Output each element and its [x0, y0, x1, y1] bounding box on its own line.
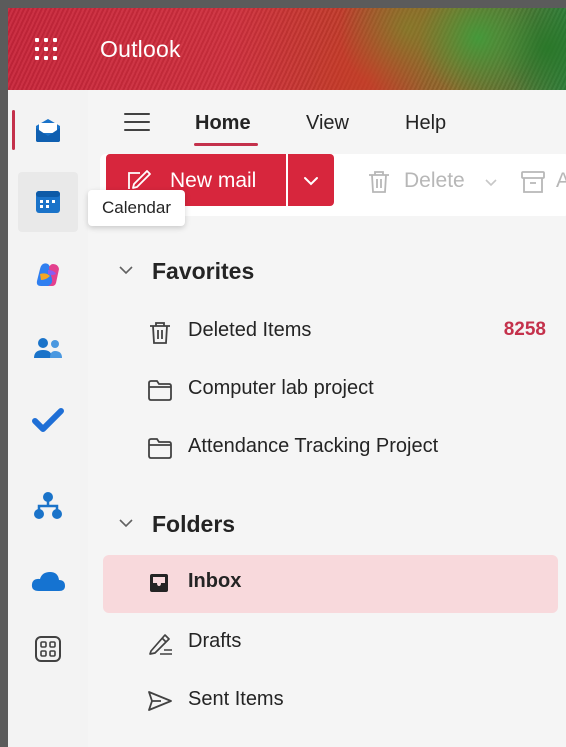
outlook-window: Outlook Home View Help New mail Delete A…	[8, 8, 566, 747]
tab-help[interactable]: Help	[405, 112, 446, 135]
rail-calendar[interactable]	[18, 172, 78, 232]
rail-onedrive[interactable]	[18, 551, 78, 611]
main-pane: Home View Help New mail Delete A Calenda…	[88, 90, 566, 747]
folder-name: Sent Items	[188, 688, 284, 710]
app-rail	[8, 90, 88, 747]
rail-copilot[interactable]	[18, 245, 78, 305]
trash-icon	[369, 171, 389, 193]
cloud-icon	[31, 572, 65, 591]
org-chart-icon	[34, 492, 62, 519]
tab-home[interactable]: Home	[195, 112, 251, 135]
new-mail-dropdown-button[interactable]	[288, 154, 334, 206]
copilot-icon	[36, 263, 59, 286]
calendar-icon	[36, 191, 60, 213]
calendar-tooltip: Calendar	[88, 190, 185, 226]
favorite-attendance-tracking-project[interactable]: Attendance Tracking Project	[103, 420, 558, 476]
folder-name: Attendance Tracking Project	[188, 435, 439, 457]
new-mail-label: New mail	[170, 169, 257, 192]
folder-icon	[148, 380, 172, 401]
app-header: Outlook	[8, 8, 566, 90]
folder-name: Inbox	[188, 570, 242, 592]
app-title[interactable]: Outlook	[100, 36, 181, 63]
send-icon	[148, 691, 172, 711]
people-icon	[34, 338, 62, 358]
rail-org-explorer[interactable]	[18, 476, 78, 536]
app-launcher-icon[interactable]	[35, 38, 61, 60]
hamburger-menu-icon[interactable]	[124, 113, 150, 133]
folder-name: Computer lab project	[188, 377, 374, 399]
folder-icon	[148, 438, 172, 459]
folder-name: Deleted Items	[188, 319, 312, 341]
chevron-down-icon	[119, 519, 133, 528]
pencil-icon	[149, 634, 172, 655]
rail-people[interactable]	[18, 319, 78, 379]
folder-drafts[interactable]: Drafts	[103, 615, 558, 671]
folders-title: Folders	[152, 511, 236, 537]
rail-mail[interactable]	[12, 100, 78, 160]
favorites-title: Favorites	[152, 258, 255, 284]
chevron-down-icon	[485, 179, 497, 187]
favorite-computer-lab-project[interactable]: Computer lab project	[103, 362, 558, 418]
rail-todo[interactable]	[18, 391, 78, 451]
inbox-icon	[150, 574, 168, 592]
rail-more-apps[interactable]	[18, 619, 78, 679]
tab-view[interactable]: View	[306, 112, 349, 135]
favorite-deleted-items[interactable]: Deleted Items 8258	[103, 304, 558, 360]
folder-name: Drafts	[188, 630, 242, 652]
delete-label: Delete	[404, 169, 465, 192]
active-tab-indicator	[194, 143, 258, 146]
archive-icon	[521, 171, 545, 193]
folder-inbox[interactable]: Inbox	[103, 555, 558, 613]
trash-icon	[150, 322, 170, 344]
apps-grid-icon	[35, 636, 61, 662]
chevron-down-icon	[119, 266, 133, 275]
compose-icon	[128, 170, 151, 189]
todo-check-icon	[32, 408, 64, 432]
chevron-down-icon	[304, 177, 318, 186]
folder-sent-items[interactable]: Sent Items	[103, 673, 558, 729]
unread-count: 8258	[503, 319, 546, 340]
archive-label: A	[556, 169, 566, 192]
mail-icon	[36, 119, 60, 142]
